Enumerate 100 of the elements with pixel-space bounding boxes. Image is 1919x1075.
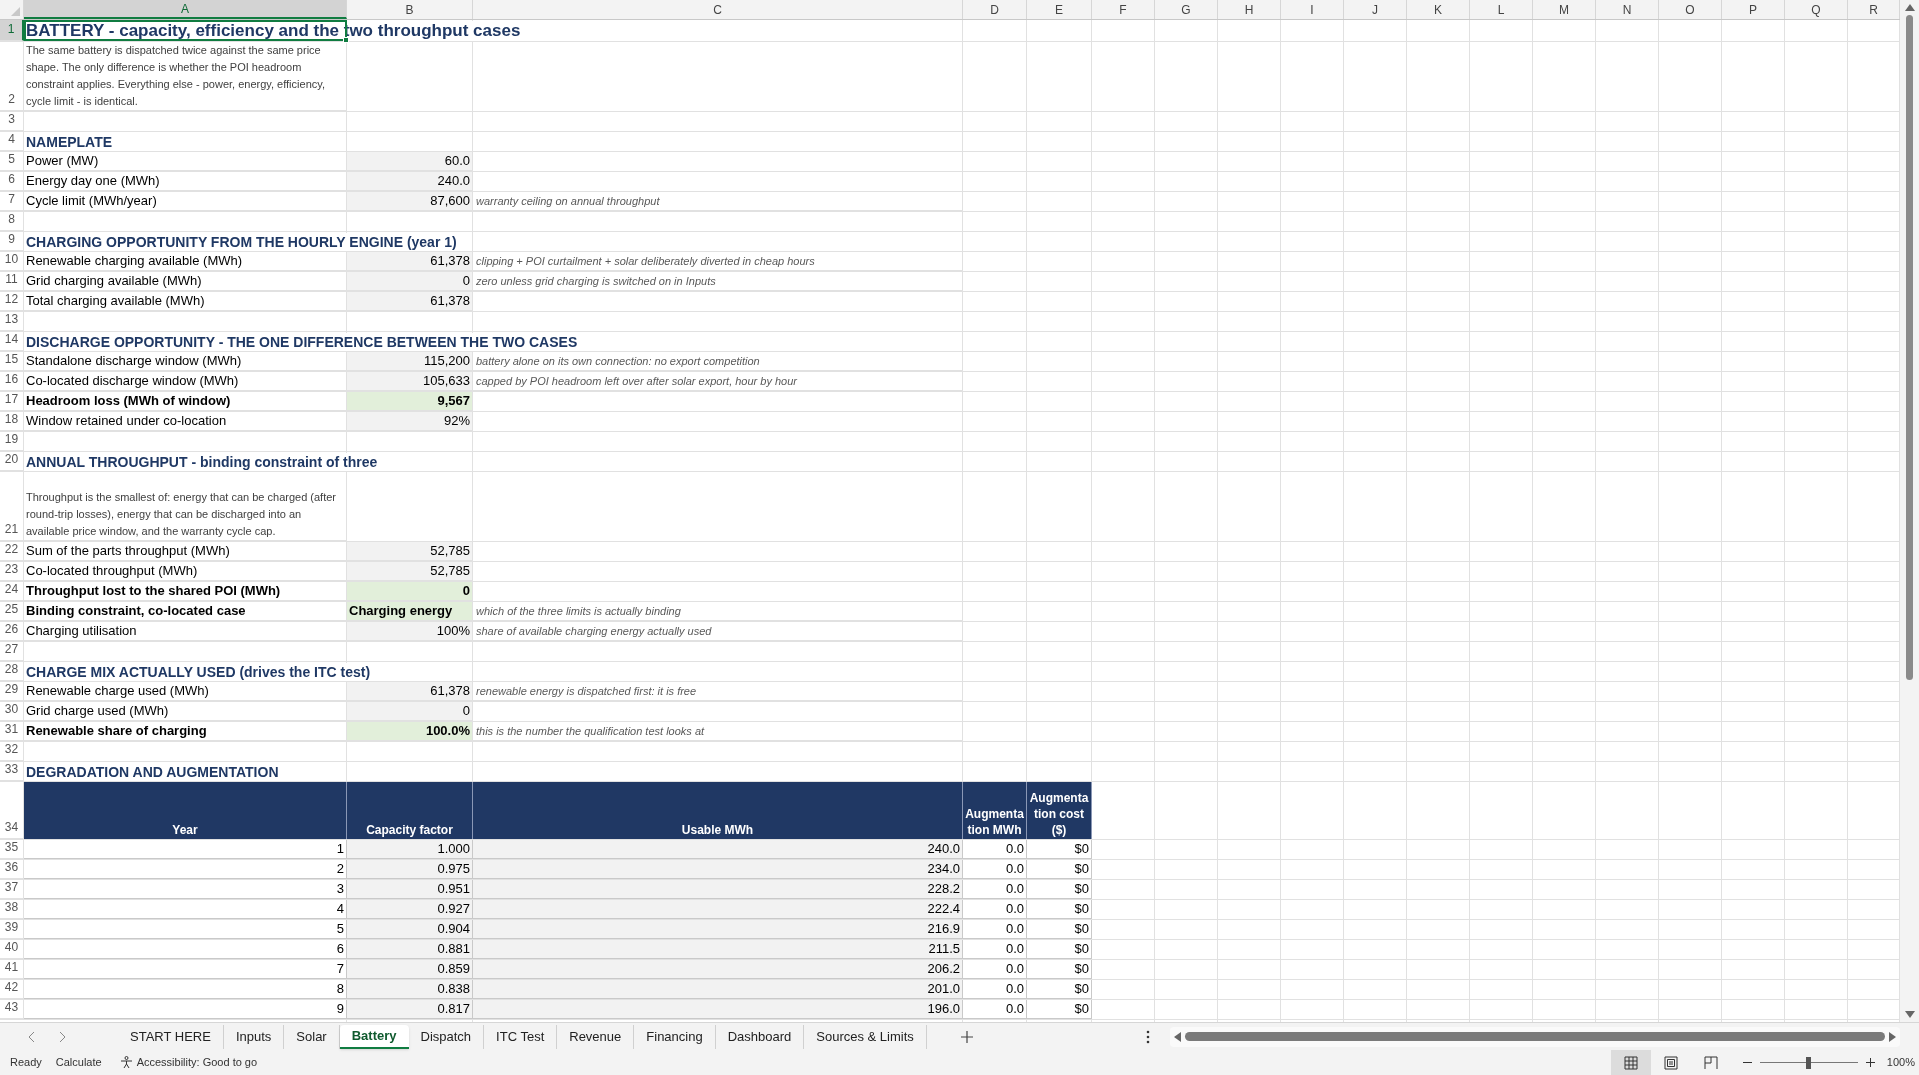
column-header[interactable]: E xyxy=(1027,0,1092,19)
scroll-right-icon[interactable] xyxy=(1889,1031,1896,1042)
column-header[interactable]: M xyxy=(1533,0,1596,19)
row-number[interactable]: 34 xyxy=(0,782,24,839)
row-number[interactable]: 25 xyxy=(0,602,24,621)
sheet-tab[interactable]: Dashboard xyxy=(715,1024,805,1049)
sheet-tab[interactable]: ITC Test xyxy=(484,1024,558,1049)
page-break-icon[interactable] xyxy=(1703,1055,1718,1070)
section-heading: ANNUAL THROUGHPUT - binding constraint of three xyxy=(26,453,378,471)
zoom-slider[interactable] xyxy=(1759,1056,1858,1069)
sheet-tab[interactable]: Solar xyxy=(284,1024,340,1049)
normal-view-button[interactable] xyxy=(1610,1050,1651,1075)
row-number[interactable]: 7 xyxy=(0,192,24,211)
row-number[interactable]: 32 xyxy=(0,742,24,761)
row-number[interactable]: 1 xyxy=(0,20,24,41)
row-number[interactable]: 17 xyxy=(0,392,24,411)
column-header[interactable]: O xyxy=(1659,0,1722,19)
row-number[interactable]: 20 xyxy=(0,452,24,471)
sheet-tab[interactable]: Battery xyxy=(339,1024,409,1049)
note-text: The same battery is dispatched twice against the same price shape. The only difference is whether the POI headroom constraint applies. Everything else - power, energy, efficiency, cycle limit - is identical. xyxy=(24,42,347,111)
row-number[interactable]: 19 xyxy=(0,432,24,451)
zoom-in-icon[interactable] xyxy=(1865,1058,1875,1067)
column-header[interactable]: D xyxy=(963,0,1027,19)
row-number[interactable]: 10 xyxy=(0,252,24,271)
row-number[interactable]: 22 xyxy=(0,542,24,561)
column-header[interactable]: Q xyxy=(1785,0,1848,19)
accessibility-status[interactable]: Accessibility: Good to go xyxy=(136,1054,258,1071)
grid-icon[interactable] xyxy=(1623,1055,1638,1070)
row-number[interactable]: 35 xyxy=(0,840,24,859)
sheet-tab[interactable]: Revenue xyxy=(557,1024,635,1049)
chevron-right-icon[interactable] xyxy=(59,1030,66,1043)
column-header[interactable]: J xyxy=(1344,0,1407,19)
row-number[interactable]: 15 xyxy=(0,352,24,371)
row-number[interactable]: 5 xyxy=(0,152,24,171)
column-header[interactable]: I xyxy=(1281,0,1344,19)
row-number[interactable]: 13 xyxy=(0,312,24,331)
column-header[interactable]: P xyxy=(1722,0,1785,19)
row-number[interactable]: 6 xyxy=(0,172,24,191)
row-number[interactable]: 30 xyxy=(0,702,24,721)
row-label: Grid charging available (MWh) xyxy=(24,272,347,291)
column-header[interactable]: C xyxy=(473,0,963,19)
scroll-up-icon[interactable] xyxy=(1904,4,1915,11)
row-label: Renewable charging available (MWh) xyxy=(24,252,347,271)
row-number[interactable]: 8 xyxy=(0,212,24,231)
row-number[interactable]: 3 xyxy=(0,112,24,131)
row-number[interactable]: 39 xyxy=(0,920,24,939)
column-header[interactable]: G xyxy=(1155,0,1218,19)
sheet-tab[interactable]: Dispatch xyxy=(408,1024,485,1049)
scroll-left-icon[interactable] xyxy=(1174,1031,1181,1042)
zoom-slider-thumb[interactable] xyxy=(1806,1056,1812,1069)
page-icon[interactable] xyxy=(1663,1055,1678,1070)
row-number[interactable]: 26 xyxy=(0,622,24,641)
row-number[interactable]: 21 xyxy=(0,472,24,541)
column-header[interactable]: A xyxy=(24,0,347,19)
more-options-icon[interactable] xyxy=(1146,1029,1150,1044)
vertical-scrollbar[interactable] xyxy=(1900,0,1919,1022)
row-number[interactable]: 9 xyxy=(0,232,24,251)
chevron-left-icon[interactable] xyxy=(28,1030,35,1043)
row-number[interactable]: 18 xyxy=(0,412,24,431)
add-sheet-icon[interactable] xyxy=(960,1030,973,1043)
row-number[interactable]: 31 xyxy=(0,722,24,741)
row-number[interactable]: 4 xyxy=(0,132,24,151)
row-number[interactable]: 27 xyxy=(0,642,24,661)
scroll-down-icon[interactable] xyxy=(1904,1011,1915,1018)
column-header[interactable]: L xyxy=(1470,0,1533,19)
column-header[interactable]: N xyxy=(1596,0,1659,19)
row-number[interactable]: 24 xyxy=(0,582,24,601)
column-header[interactable]: F xyxy=(1092,0,1155,19)
row-number[interactable]: 11 xyxy=(0,272,24,291)
row-label: Sum of the parts throughput (MWh) xyxy=(24,542,347,561)
sheet-tab[interactable]: START HERE xyxy=(118,1024,224,1049)
row-number[interactable]: 29 xyxy=(0,682,24,701)
column-header[interactable]: B xyxy=(347,0,473,19)
table-cell: 0.0 xyxy=(963,1000,1027,1019)
row-number[interactable]: 28 xyxy=(0,662,24,681)
row-number[interactable]: 33 xyxy=(0,762,24,781)
row-number[interactable]: 41 xyxy=(0,960,24,979)
row-number[interactable]: 16 xyxy=(0,372,24,391)
row-number[interactable]: 36 xyxy=(0,860,24,879)
row-number[interactable]: 2 xyxy=(0,42,24,111)
sheet-tab[interactable]: Inputs xyxy=(223,1024,285,1049)
row-number[interactable]: 12 xyxy=(0,292,24,311)
row-number[interactable]: 23 xyxy=(0,562,24,581)
calculate-button[interactable]: Calculate xyxy=(55,1054,102,1071)
scroll-thumb[interactable] xyxy=(1185,1032,1885,1041)
sheet-tab[interactable]: Sources & Limits xyxy=(804,1024,927,1049)
accessibility-icon[interactable] xyxy=(119,1056,133,1069)
row-number[interactable]: 43 xyxy=(0,1000,24,1019)
sheet-tab[interactable]: Financing xyxy=(634,1024,716,1049)
column-header[interactable]: K xyxy=(1407,0,1470,19)
horizontal-scrollbar[interactable] xyxy=(1170,1026,1900,1047)
row-number[interactable]: 14 xyxy=(0,332,24,351)
row-number[interactable]: 37 xyxy=(0,880,24,899)
row-label: Headroom loss (MWh of window) xyxy=(24,392,347,411)
row-number[interactable]: 42 xyxy=(0,980,24,999)
zoom-level[interactable]: 100% xyxy=(1886,1054,1915,1071)
column-header[interactable]: H xyxy=(1218,0,1281,19)
scroll-thumb[interactable] xyxy=(1906,15,1913,680)
row-number[interactable]: 38 xyxy=(0,900,24,919)
row-number[interactable]: 40 xyxy=(0,940,24,959)
